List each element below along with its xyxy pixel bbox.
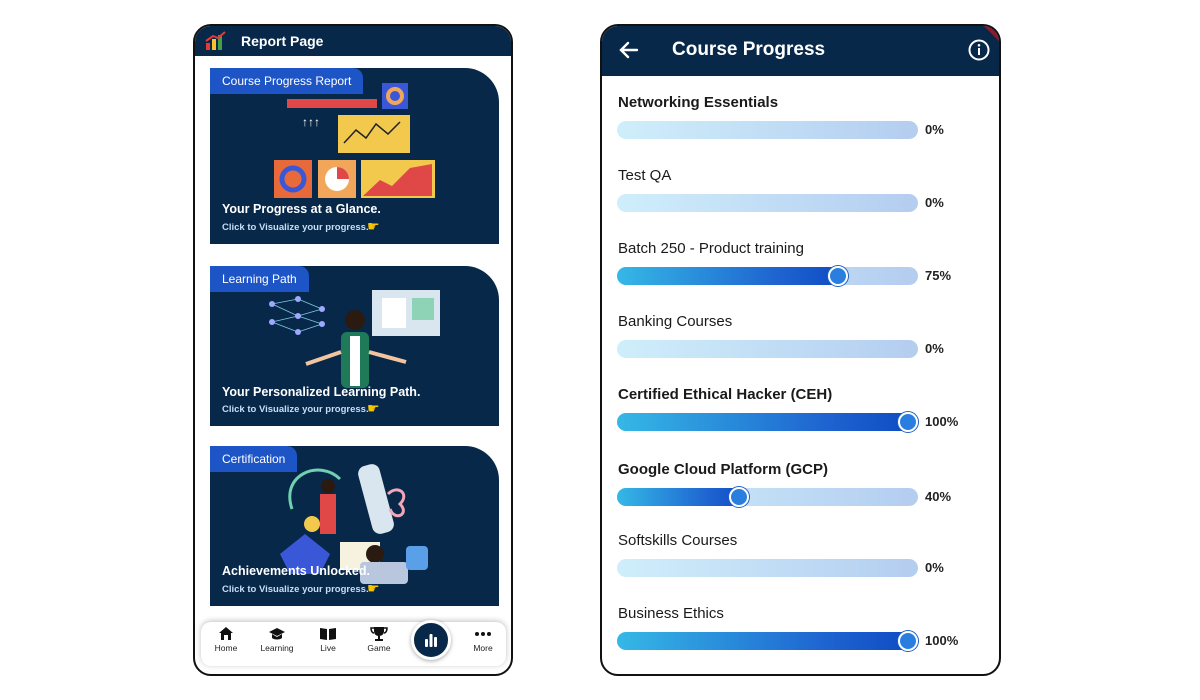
card-tag: Course Progress Report xyxy=(210,68,364,94)
bar-chart-icon xyxy=(425,634,437,647)
course-progress-row[interactable]: Certified Ethical Hacker (CEH) 100% xyxy=(602,386,999,456)
app-logo-icon xyxy=(205,31,227,51)
nav-item-learning[interactable]: Learning xyxy=(257,626,297,653)
more-dots-icon xyxy=(475,632,491,636)
course-progress-row[interactable]: Google Cloud Platform (GCP) 40% xyxy=(602,461,999,531)
back-arrow-icon[interactable] xyxy=(618,39,640,61)
nav-label: Game xyxy=(367,643,391,653)
progress-percent: 100% xyxy=(925,414,959,429)
report-fab-button[interactable] xyxy=(411,620,451,660)
bottom-navigation-bar: Home Learning Live Game More xyxy=(201,622,506,666)
page-title: Report Page xyxy=(241,33,324,49)
report-page-header: Report Page xyxy=(195,26,511,56)
nav-label: More xyxy=(473,643,493,653)
course-name: Test QA xyxy=(618,167,672,184)
progress-percent: 0% xyxy=(925,341,944,356)
svg-text:↑↑↑: ↑↑↑ xyxy=(302,115,320,129)
course-progress-row[interactable]: Softskills Courses 0% xyxy=(602,532,999,602)
progress-track xyxy=(617,487,918,507)
info-icon[interactable] xyxy=(968,39,990,61)
card-subtitle: Click to Visualize your progress. xyxy=(222,222,369,233)
card-title: Achievements Unlocked. xyxy=(222,564,370,578)
graduation-cap-icon xyxy=(269,628,285,640)
progress-fill xyxy=(617,267,848,285)
course-name: Softskills Courses xyxy=(618,532,738,549)
course-progress-row[interactable]: Banking Courses 0% xyxy=(602,313,999,383)
course-name: Google Cloud Platform (GCP) xyxy=(618,461,828,478)
progress-percent: 75% xyxy=(925,268,952,283)
progress-track xyxy=(617,412,918,432)
progress-track xyxy=(617,631,918,651)
progress-track xyxy=(617,559,918,577)
report-page-screen: Report Page ↑↑↑ Course Progress Report Y… xyxy=(193,24,513,676)
progress-percent: 0% xyxy=(925,560,944,575)
progress-illustration: ↑↑↑ xyxy=(274,83,435,198)
learning-path-card[interactable]: Learning Path Your Personalized Learning… xyxy=(210,266,499,426)
progress-knob xyxy=(898,412,918,432)
nav-label: Home xyxy=(214,643,238,653)
course-name: Banking Courses xyxy=(618,313,733,330)
course-name: Business Ethics xyxy=(618,605,724,622)
nav-item-home[interactable]: Home xyxy=(206,626,246,653)
progress-knob xyxy=(828,266,848,286)
progress-percent: 0% xyxy=(925,122,944,137)
progress-percent: 100% xyxy=(925,633,959,648)
home-icon xyxy=(219,627,233,640)
progress-knob xyxy=(898,631,918,651)
progress-track xyxy=(617,121,918,139)
page-title: Course Progress xyxy=(672,39,826,60)
progress-knob xyxy=(729,487,749,507)
progress-fill xyxy=(617,413,918,431)
card-subtitle: Click to Visualize your progress. xyxy=(222,404,369,415)
course-progress-header: Course Progress xyxy=(602,26,999,76)
progress-track xyxy=(617,266,918,286)
pointing-hand-icon: ☛ xyxy=(367,218,380,234)
certification-card[interactable]: Certification Achievements Unlocked. Cli… xyxy=(210,446,499,606)
nav-item-game[interactable]: Game xyxy=(359,626,399,653)
card-title: Your Personalized Learning Path. xyxy=(222,385,421,399)
progress-percent: 0% xyxy=(925,195,944,210)
pointing-hand-icon: ☛ xyxy=(367,580,380,596)
card-tag: Certification xyxy=(210,446,298,472)
progress-percent: 40% xyxy=(925,489,952,504)
progress-track xyxy=(617,194,918,212)
pointing-hand-icon: ☛ xyxy=(367,400,380,416)
book-icon xyxy=(320,628,336,640)
card-title: Your Progress at a Glance. xyxy=(222,202,381,216)
nav-label: Live xyxy=(320,643,336,653)
nav-item-live[interactable]: Live xyxy=(308,626,348,653)
progress-fill xyxy=(617,632,918,650)
course-name: Certified Ethical Hacker (CEH) xyxy=(618,386,833,403)
course-progress-screen: Course Progress Networking Essentials 0% T… xyxy=(600,24,1001,676)
course-name: Networking Essentials xyxy=(618,94,779,111)
nav-item-more[interactable]: More xyxy=(463,626,503,653)
course-progress-row[interactable]: Business Ethics 100% xyxy=(602,605,999,674)
progress-track xyxy=(617,340,918,358)
trophy-icon xyxy=(370,627,388,641)
nav-label: Learning xyxy=(260,643,294,653)
course-progress-row[interactable]: Networking Essentials 0% xyxy=(602,94,999,164)
course-progress-row[interactable]: Test QA 0% xyxy=(602,167,999,237)
card-tag: Learning Path xyxy=(210,266,309,292)
course-progress-row[interactable]: Batch 250 - Product training 75% xyxy=(602,240,999,310)
card-subtitle: Click to Visualize your progress. xyxy=(222,584,369,595)
course-name: Batch 250 - Product training xyxy=(618,240,804,257)
course-progress-report-card[interactable]: ↑↑↑ Course Progress Report Your Progress… xyxy=(210,68,499,244)
